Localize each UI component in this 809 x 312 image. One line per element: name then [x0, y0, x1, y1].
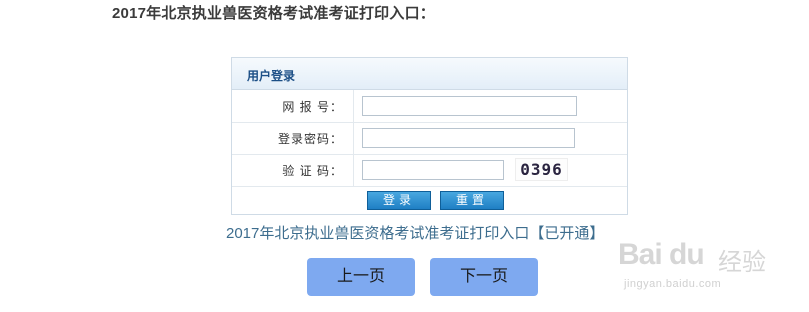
baidu-watermark: Bai du 经验 jingyan.baidu.com — [618, 238, 778, 298]
watermark-url: jingyan.baidu.com — [624, 278, 722, 290]
row-divider — [353, 122, 354, 154]
login-panel: 用户登录 网 报 号： 登录密码： 验 证 码： 0396 登录 重置 — [231, 57, 628, 215]
captcha-image[interactable]: 0396 — [515, 158, 568, 181]
registration-number-row: 网 报 号： — [232, 90, 627, 123]
password-input[interactable] — [362, 128, 575, 148]
registration-number-label: 网 报 号： — [282, 100, 343, 114]
captcha-input[interactable] — [362, 160, 504, 180]
prev-page-button[interactable]: 上一页 — [307, 258, 415, 296]
registration-number-input[interactable] — [362, 96, 577, 116]
next-page-button[interactable]: 下一页 — [430, 258, 538, 296]
baidu-logo: Bai du — [618, 238, 705, 271]
login-panel-header: 用户登录 — [232, 58, 627, 90]
password-row: 登录密码： — [232, 122, 627, 155]
password-label: 登录密码： — [277, 132, 343, 146]
admission-ticket-link[interactable]: 2017年北京执业兽医资格考试准考证打印入口【已开通】 — [226, 222, 604, 243]
login-panel-title: 用户登录 — [247, 69, 296, 83]
watermark-text: 经验 — [718, 249, 766, 276]
login-button[interactable]: 登录 — [367, 191, 431, 210]
page-heading: 2017年北京执业兽医资格考试准考证打印入口： — [112, 5, 435, 22]
reset-button[interactable]: 重置 — [440, 191, 504, 210]
row-divider — [353, 90, 354, 122]
captcha-row: 验 证 码： 0396 — [232, 154, 627, 187]
row-divider — [353, 154, 354, 186]
captcha-label: 验 证 码： — [282, 164, 343, 178]
button-row: 登录 重置 — [232, 185, 627, 215]
